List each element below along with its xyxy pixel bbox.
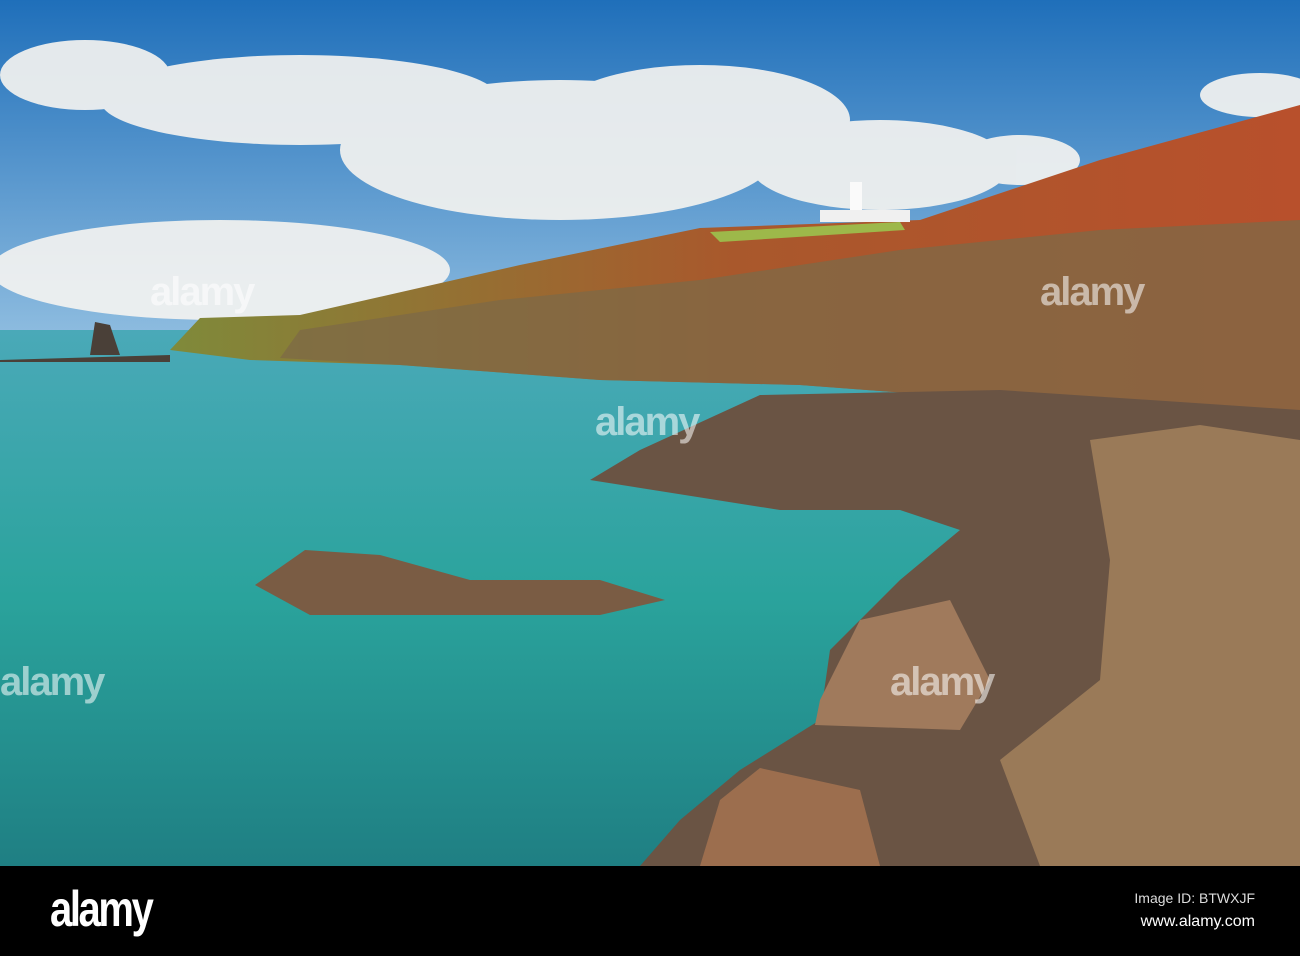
footer-bar: alamy Image ID: BTWXJF www.alamy.com <box>0 866 1300 956</box>
watermark: alamy <box>890 660 995 704</box>
watermark: alamy <box>595 400 700 444</box>
watermark: alamy <box>1040 270 1145 314</box>
alamy-logo: alamy <box>50 881 154 937</box>
watermark: alamy <box>0 660 105 704</box>
stock-photo: alamy alamy alamy alamy alamy alamy Imag… <box>0 0 1300 956</box>
website-link: www.alamy.com <box>1140 913 1255 930</box>
image-id: Image ID: BTWXJF <box>1134 890 1255 906</box>
watermark: alamy <box>150 270 255 314</box>
